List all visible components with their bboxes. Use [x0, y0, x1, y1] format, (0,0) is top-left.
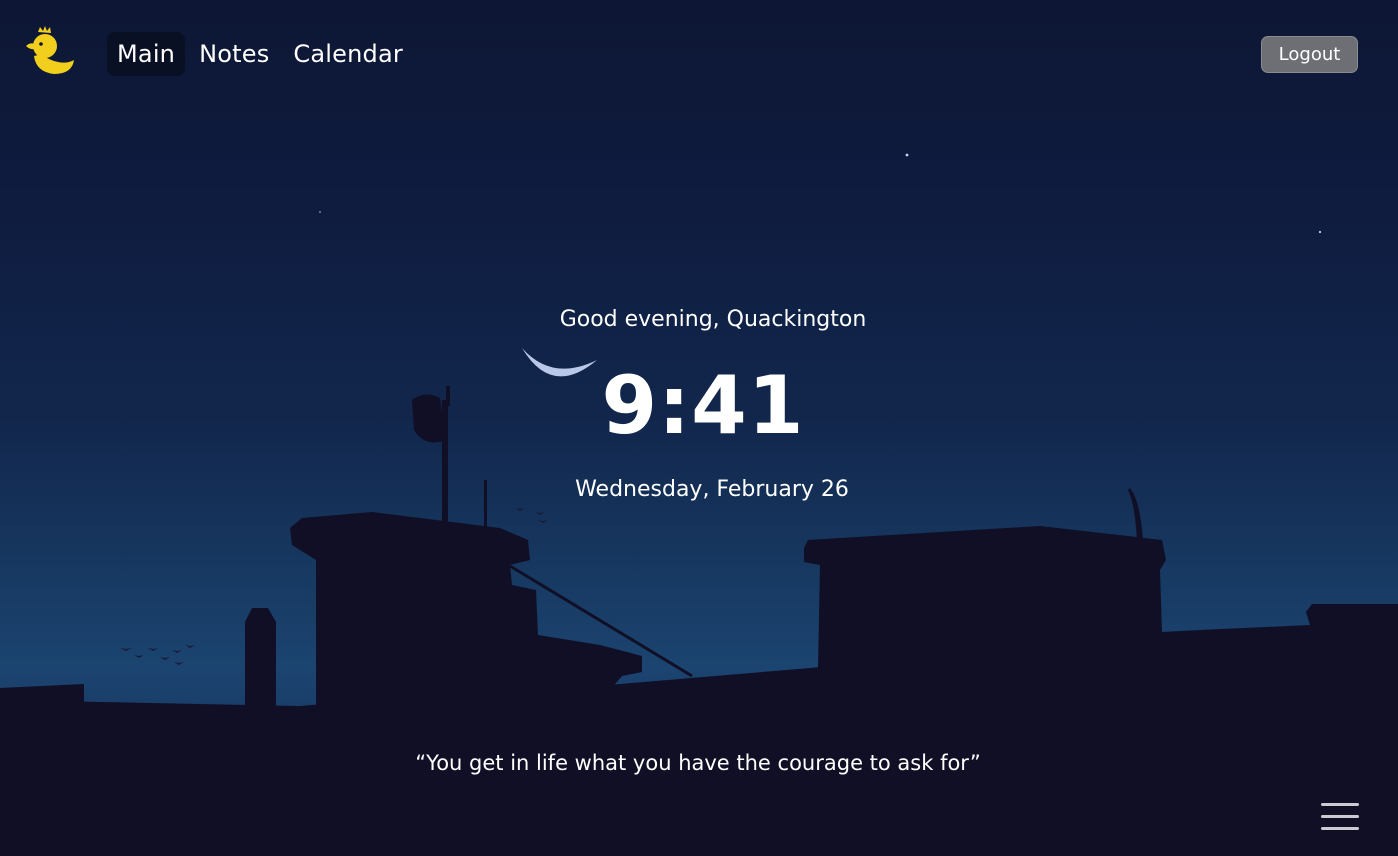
birds-flock-left: [120, 645, 195, 665]
birds-flock-center: [515, 508, 548, 523]
rooftop-silhouettes: [0, 386, 1398, 856]
daily-quote: “You get in life what you have the coura…: [415, 751, 981, 775]
top-bar: Main Notes Calendar Logout: [0, 0, 1398, 110]
main-screen: Main Notes Calendar Logout Good evening,…: [0, 0, 1398, 856]
star: [319, 211, 321, 213]
menu-line: [1321, 827, 1359, 830]
current-date: Wednesday, February 26: [575, 477, 849, 502]
duck-with-crown-icon[interactable]: [20, 24, 78, 82]
nav-item-calendar[interactable]: Calendar: [283, 32, 413, 76]
clock-time: 9:41: [601, 359, 805, 452]
logout-button[interactable]: Logout: [1261, 36, 1358, 73]
menu-line: [1321, 803, 1359, 806]
star: [905, 153, 909, 157]
hamburger-menu-icon[interactable]: [1318, 798, 1362, 836]
greeting-text: Good evening, Quackington: [559, 307, 867, 332]
nav-item-notes[interactable]: Notes: [189, 32, 279, 76]
main-navigation: Main Notes Calendar: [107, 32, 413, 76]
star: [1318, 230, 1322, 234]
menu-line: [1321, 815, 1359, 818]
nav-item-main[interactable]: Main: [107, 32, 186, 76]
